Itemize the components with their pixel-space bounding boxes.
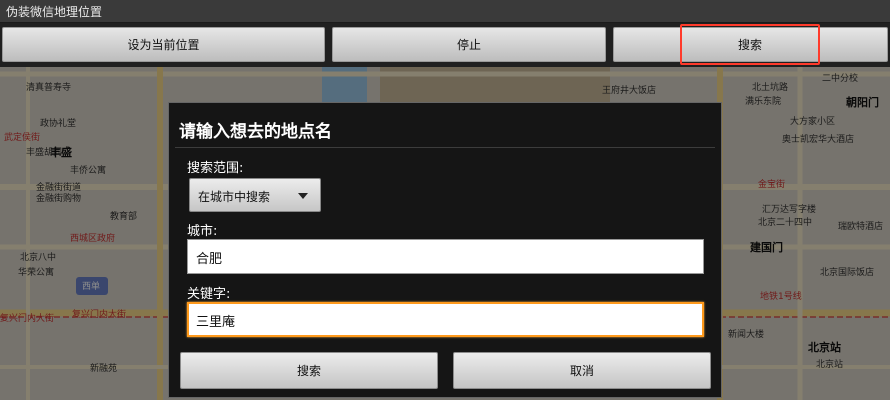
- keyword-label: 关键字:: [187, 287, 231, 302]
- dialog-title: 请输入想去的地点名: [179, 122, 332, 142]
- scope-selected-value: 在城市中搜索: [198, 190, 271, 204]
- scope-dropdown[interactable]: 在城市中搜索: [189, 178, 321, 212]
- keyword-input[interactable]: 三里庵: [187, 302, 704, 337]
- search-toolbar-button[interactable]: 搜索: [613, 24, 888, 65]
- dialog-cancel-button[interactable]: 取消: [453, 352, 711, 389]
- stop-button[interactable]: 停止: [332, 27, 606, 62]
- dialog-divider: [175, 147, 715, 148]
- toolbar: 设为当前位置 停止 搜索: [0, 23, 890, 67]
- chevron-down-icon: [298, 193, 308, 199]
- set-current-location-button[interactable]: 设为当前位置: [2, 27, 325, 62]
- city-input[interactable]: 合肥: [187, 239, 704, 274]
- app-title-bar: 伪装微信地理位置: [0, 0, 890, 23]
- search-button-highlight: 搜索: [680, 24, 820, 65]
- scope-label: 搜索范围:: [187, 161, 244, 176]
- dialog-search-button[interactable]: 搜索: [180, 352, 438, 389]
- app-title: 伪装微信地理位置: [6, 5, 103, 19]
- city-label: 城市:: [187, 224, 218, 239]
- location-search-dialog: 请输入想去的地点名 搜索范围: 在城市中搜索 城市: 合肥 关键字: 三里庵 搜…: [168, 102, 722, 398]
